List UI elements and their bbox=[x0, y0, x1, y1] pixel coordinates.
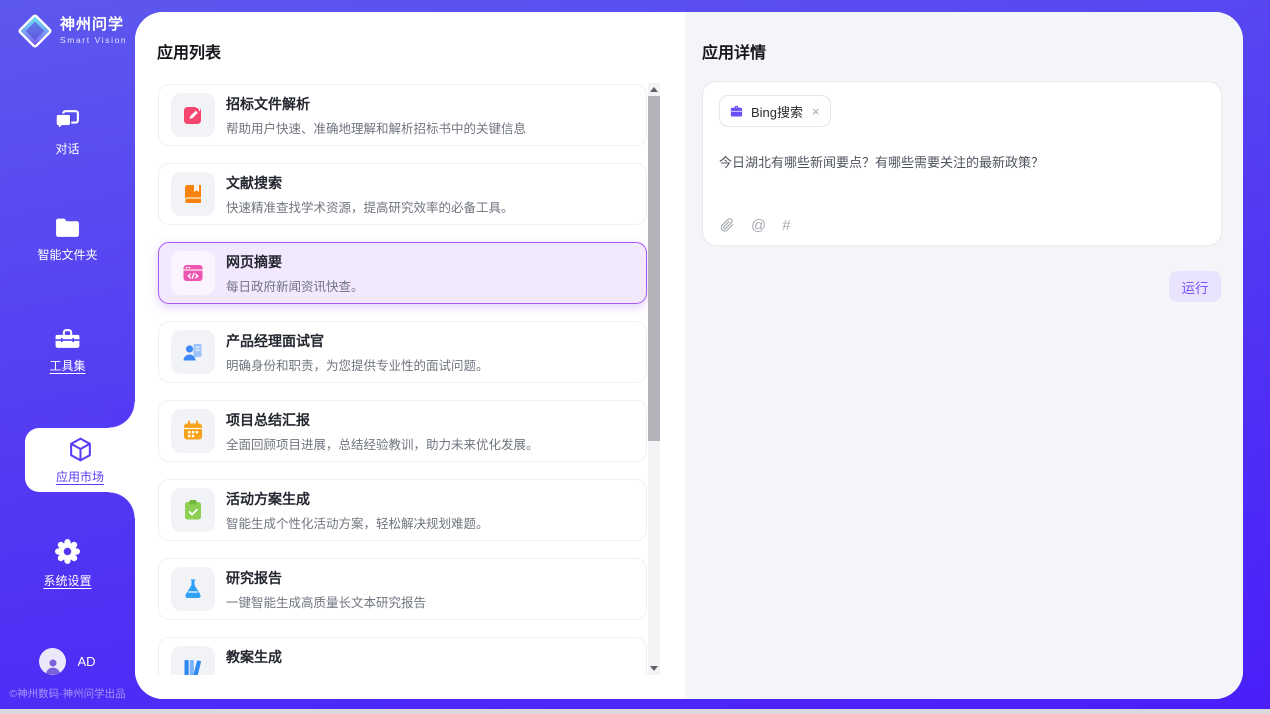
chat-icon bbox=[54, 108, 81, 133]
paperclip-icon[interactable] bbox=[719, 217, 735, 233]
bottom-edge-strip bbox=[0, 709, 1270, 714]
gear-icon bbox=[54, 538, 81, 565]
flask-icon bbox=[171, 567, 215, 611]
app-name: 文献搜索 bbox=[226, 173, 514, 193]
run-button[interactable]: 运行 bbox=[1169, 271, 1221, 302]
app-desc: 快速精准查找学术资源，提高研究效率的必备工具。 bbox=[226, 197, 514, 216]
app-detail-title: 应用详情 bbox=[702, 39, 766, 63]
sidebar-item-chat[interactable]: 对话 bbox=[0, 108, 135, 157]
app-name: 产品经理面试官 bbox=[226, 331, 489, 351]
app-detail-panel: 应用详情 Bing搜索 × 今日湖北有哪些新闻要点？有哪些需要关注的最新政策？ bbox=[685, 12, 1243, 699]
sidebar-item-label: 应用市场 bbox=[56, 468, 104, 485]
edit-document-icon bbox=[171, 93, 215, 137]
sidebar-item-label: 系统设置 bbox=[43, 572, 91, 589]
list-item-web-summary[interactable]: 网页摘要 每日政府新闻资讯快查。 bbox=[158, 242, 647, 304]
mention-icon[interactable]: @ bbox=[751, 218, 766, 233]
briefcase-icon bbox=[729, 104, 744, 119]
app-name: 活动方案生成 bbox=[226, 489, 489, 509]
sidebar-item-settings[interactable]: 系统设置 bbox=[0, 538, 135, 589]
browser-code-icon bbox=[171, 251, 215, 295]
tab-curve-top bbox=[109, 402, 135, 428]
cube-icon bbox=[67, 436, 94, 463]
scroll-down-button[interactable] bbox=[648, 662, 660, 675]
sidebar-item-toolset[interactable]: 工具集 bbox=[0, 326, 135, 374]
folder-icon bbox=[54, 216, 81, 239]
avatar bbox=[39, 648, 66, 675]
app-name: 招标文件解析 bbox=[226, 94, 526, 114]
tool-chip-label: Bing搜索 bbox=[751, 102, 803, 121]
brand-name: 神州问学 bbox=[60, 17, 127, 34]
list-item-literature-search[interactable]: 文献搜索 快速精准查找学术资源，提高研究效率的必备工具。 bbox=[158, 163, 647, 225]
app-desc: 明确身份和职责，为您提供专业性的面试问题。 bbox=[226, 355, 489, 374]
list-item-project-summary[interactable]: 项目总结汇报 全面回顾项目进展，总结经验教训，助力未来优化发展。 bbox=[158, 400, 647, 462]
scrollbar[interactable] bbox=[648, 83, 660, 675]
app-desc: 全面回顾项目进展，总结经验教训，助力未来优化发展。 bbox=[226, 434, 539, 453]
app-name: 研究报告 bbox=[226, 568, 426, 588]
app-desc: 帮助用户快速、准确地理解和解析招标书中的关键信息 bbox=[226, 118, 526, 137]
prompt-card: Bing搜索 × 今日湖北有哪些新闻要点？有哪些需要关注的最新政策？ @ # bbox=[702, 81, 1222, 246]
list-item-lesson-plan[interactable]: 教案生成 模板驱动，教案秒成，教学准备从此轻松快捷 bbox=[158, 637, 647, 675]
app-desc: 模板驱动，教案秒成，教学准备从此轻松快捷 bbox=[226, 671, 476, 676]
sidebar-item-label: 智能文件夹 bbox=[37, 246, 97, 263]
list-item-event-plan[interactable]: 活动方案生成 智能生成个性化活动方案，轻松解决规划难题。 bbox=[158, 479, 647, 541]
app-window: 神州问学 Smart Vision 对话 智能文件夹 bbox=[0, 0, 1270, 714]
diamond-logo-icon bbox=[16, 12, 54, 50]
app-desc: 智能生成个性化活动方案，轻松解决规划难题。 bbox=[226, 513, 489, 532]
close-icon[interactable]: × bbox=[812, 104, 820, 119]
tab-curve-bottom bbox=[109, 492, 135, 518]
app-list-title: 应用列表 bbox=[157, 39, 221, 63]
app-list: 招标文件解析 帮助用户快速、准确地理解和解析招标书中的关键信息 文献搜索 bbox=[135, 80, 685, 675]
list-item-bid-analysis[interactable]: 招标文件解析 帮助用户快速、准确地理解和解析招标书中的关键信息 bbox=[158, 84, 647, 146]
user-initials: AD bbox=[77, 654, 95, 669]
query-text[interactable]: 今日湖北有哪些新闻要点？有哪些需要关注的最新政策？ bbox=[719, 152, 1205, 171]
tool-chip-bing-search[interactable]: Bing搜索 × bbox=[719, 95, 831, 127]
books-icon bbox=[171, 646, 215, 675]
calendar-icon bbox=[171, 409, 215, 453]
brand-logo: 神州问学 Smart Vision bbox=[16, 12, 127, 50]
app-name: 教案生成 bbox=[226, 647, 476, 667]
prompt-toolbar: @ # bbox=[719, 217, 1205, 233]
sidebar-item-app-market[interactable]: 应用市场 bbox=[25, 428, 135, 492]
scroll-up-button[interactable] bbox=[648, 83, 660, 96]
brand-subtitle: Smart Vision bbox=[60, 35, 127, 45]
list-item-pm-interviewer[interactable]: 产品经理面试官 明确身份和职责，为您提供专业性的面试问题。 bbox=[158, 321, 647, 383]
app-desc: 一键智能生成高质量长文本研究报告 bbox=[226, 592, 426, 611]
sidebar-item-smart-folder[interactable]: 智能文件夹 bbox=[0, 216, 135, 263]
copyright-text: ©神州数码·神州问学出品 bbox=[0, 686, 135, 701]
book-icon bbox=[171, 172, 215, 216]
list-item-research-report[interactable]: 研究报告 一键智能生成高质量长文本研究报告 bbox=[158, 558, 647, 620]
sidebar-item-label: 对话 bbox=[55, 140, 79, 157]
user-account[interactable]: AD bbox=[0, 648, 135, 675]
app-list-panel: 应用列表 招标文件解析 帮助用户快速、准确地理解和解析招标书中的关键信息 bbox=[135, 12, 685, 699]
sidebar: 神州问学 Smart Vision 对话 智能文件夹 bbox=[0, 0, 135, 714]
interviewer-icon bbox=[171, 330, 215, 374]
clipboard-check-icon bbox=[171, 488, 215, 532]
content-area: 应用列表 招标文件解析 帮助用户快速、准确地理解和解析招标书中的关键信息 bbox=[135, 12, 1243, 699]
app-name: 网页摘要 bbox=[226, 252, 364, 272]
hashtag-icon[interactable]: # bbox=[782, 218, 790, 233]
sidebar-item-label: 工具集 bbox=[49, 357, 85, 374]
toolbox-icon bbox=[54, 326, 81, 350]
app-name: 项目总结汇报 bbox=[226, 410, 539, 430]
scrollbar-thumb[interactable] bbox=[648, 96, 660, 441]
app-desc: 每日政府新闻资讯快查。 bbox=[226, 276, 364, 295]
